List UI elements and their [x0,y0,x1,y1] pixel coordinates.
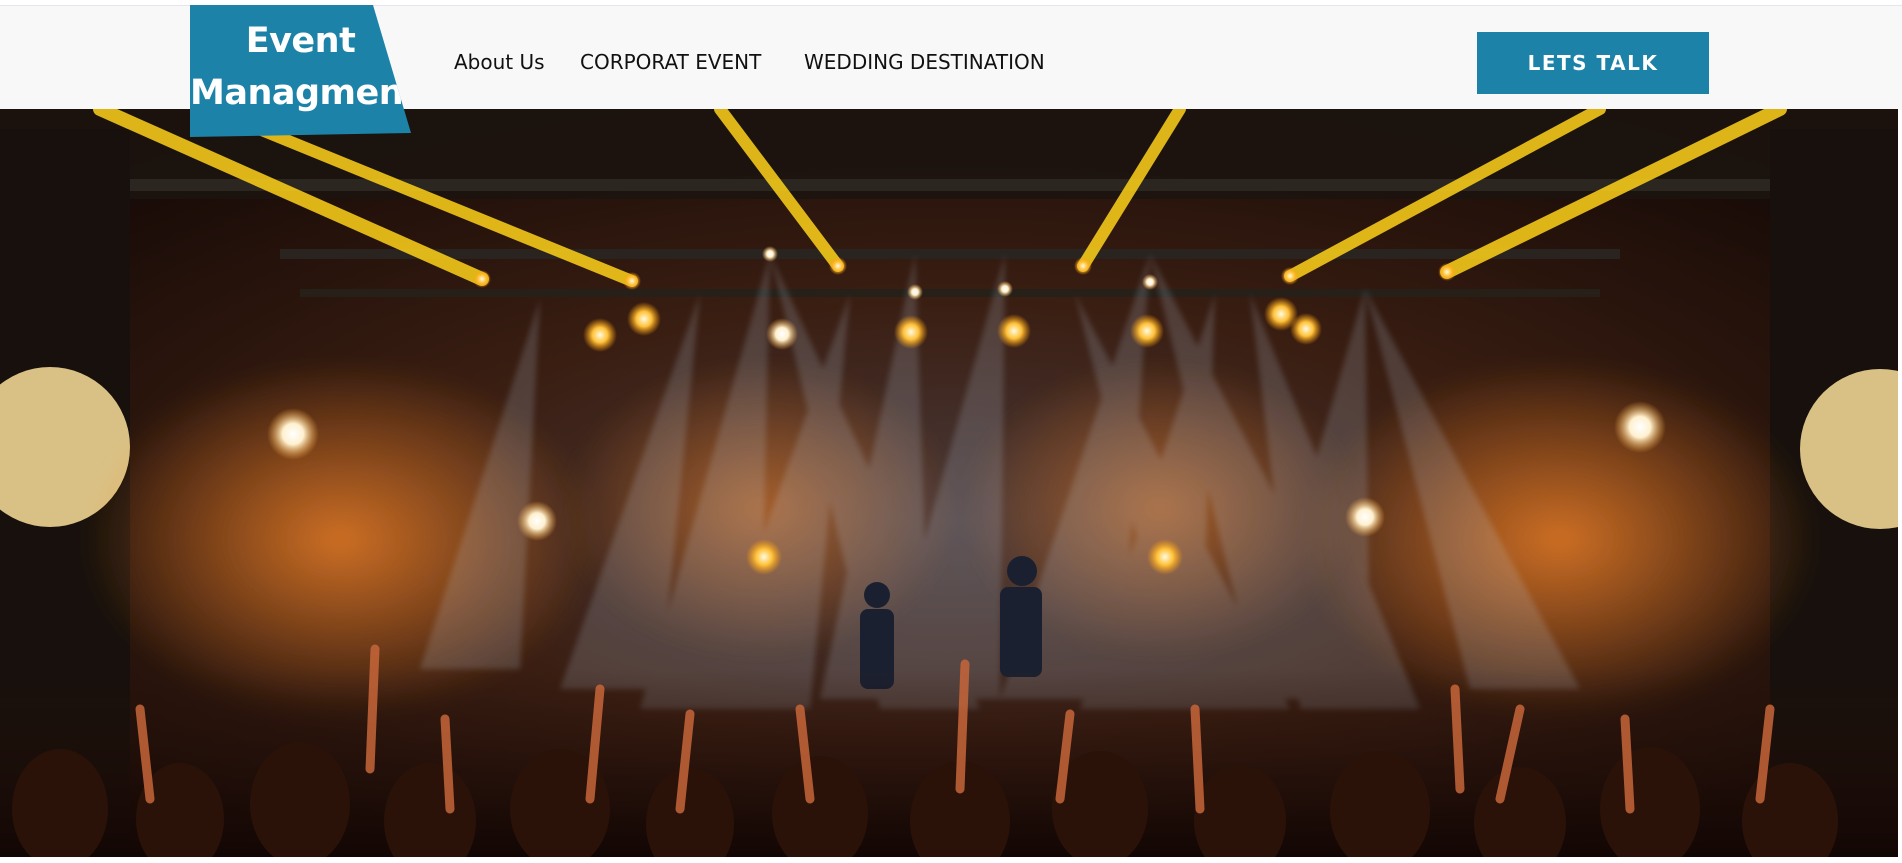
logo-text: Event Managment [190,21,420,113]
hero-image [0,109,1898,857]
lets-talk-button[interactable]: LETS TALK [1477,32,1709,94]
concert-stage-photo [0,109,1898,857]
nav-corporate-event[interactable]: CORPORAT EVENT [580,44,761,80]
nav-wedding-destination[interactable]: WEDDING DESTINATION [804,44,1045,80]
nav-about-us[interactable]: About Us [454,44,545,80]
site-logo[interactable]: Event Managment [190,5,411,137]
